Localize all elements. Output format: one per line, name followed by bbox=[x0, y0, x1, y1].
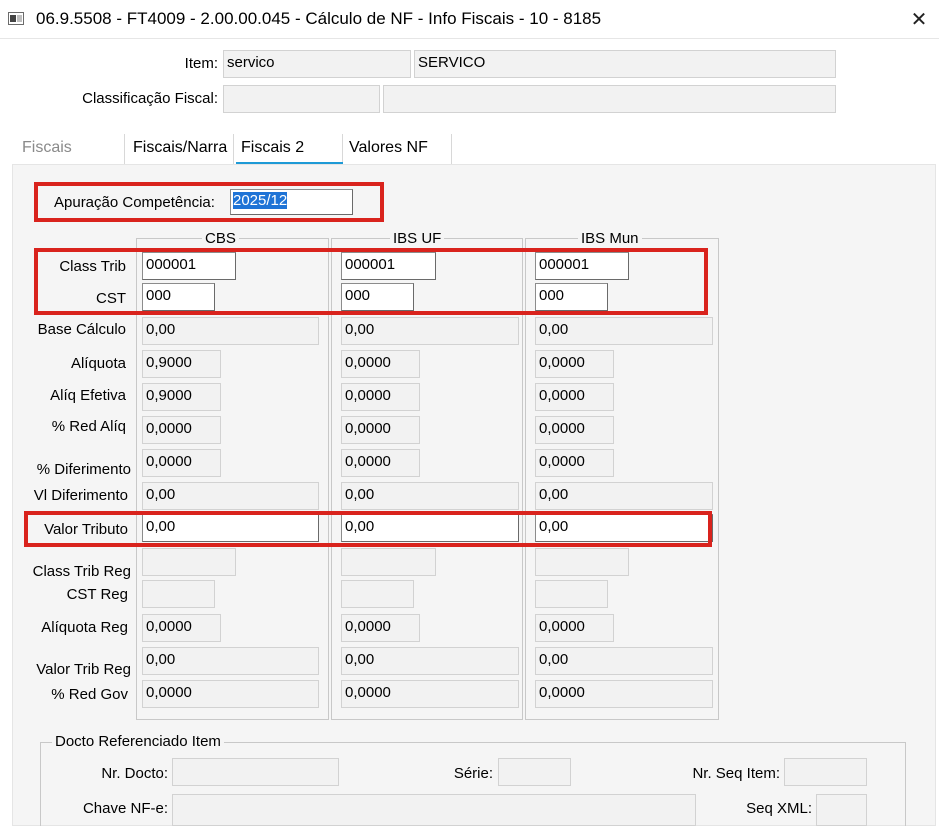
cbs-cst-reg-field[interactable] bbox=[142, 580, 215, 608]
item-code-field[interactable]: servico bbox=[223, 50, 411, 78]
diferimento-label: % Diferimento bbox=[36, 461, 131, 478]
window-title: 06.9.5508 - FT4009 - 2.00.00.045 - Cálcu… bbox=[36, 9, 602, 28]
ibs-mun-valor-tributo-input[interactable]: 0,00 bbox=[535, 514, 713, 542]
ibs-mun-diferimento-field[interactable]: 0,0000 bbox=[535, 449, 614, 477]
tab-fiscais-2[interactable]: Fiscais 2 bbox=[241, 139, 304, 163]
cbs-vl-diferimento-field[interactable]: 0,00 bbox=[142, 482, 319, 510]
app-window-icon bbox=[8, 12, 24, 25]
cbs-cst-input[interactable]: 000 bbox=[142, 283, 215, 311]
apuracao-competencia-label: Apuração Competência: bbox=[54, 194, 215, 211]
aliq-efetiva-label: Alíq Efetiva bbox=[50, 387, 126, 404]
chave-nfe-field[interactable] bbox=[172, 794, 696, 826]
nr-seq-item-label: Nr. Seq Item: bbox=[692, 765, 780, 782]
ibs-uf-cst-reg-field[interactable] bbox=[341, 580, 414, 608]
cbs-aliquota-reg-field[interactable]: 0,0000 bbox=[142, 614, 221, 642]
nr-seq-item-field[interactable] bbox=[784, 758, 867, 786]
cbs-base-calculo-field[interactable]: 0,00 bbox=[142, 317, 319, 345]
tab-fiscais-narra[interactable]: Fiscais/Narra bbox=[133, 139, 227, 163]
cbs-aliq-efetiva-field[interactable]: 0,9000 bbox=[142, 383, 221, 411]
tab-separator bbox=[124, 134, 125, 164]
ibs-mun-base-calculo-field[interactable]: 0,00 bbox=[535, 317, 713, 345]
cbs-class-trib-input[interactable]: 000001 bbox=[142, 252, 236, 280]
tab-separator bbox=[233, 134, 234, 164]
ibs-uf-vl-diferimento-field[interactable]: 0,00 bbox=[341, 482, 519, 510]
cbs-class-trib-reg-field[interactable] bbox=[142, 548, 236, 576]
seq-xml-label: Seq XML: bbox=[746, 800, 812, 817]
close-icon: ✕ bbox=[910, 8, 928, 31]
red-aliq-label: % Red Alíq bbox=[51, 418, 126, 435]
chave-nfe-label: Chave NF-e: bbox=[82, 800, 168, 817]
ibs-mun-column-title: IBS Mun bbox=[578, 230, 642, 247]
ibs-mun-cst-reg-field[interactable] bbox=[535, 580, 608, 608]
ibs-uf-aliquota-field[interactable]: 0,0000 bbox=[341, 350, 420, 378]
class-trib-reg-label: Class Trib Reg bbox=[32, 563, 131, 580]
classificacao-fiscal-label: Classificação Fiscal: bbox=[82, 90, 218, 107]
apuracao-competencia-value: 2025/12 bbox=[233, 192, 288, 209]
ibs-uf-valor-trib-reg-field[interactable]: 0,00 bbox=[341, 647, 519, 675]
cbs-valor-tributo-input[interactable]: 0,00 bbox=[142, 514, 319, 542]
ibs-uf-aliq-efetiva-field[interactable]: 0,0000 bbox=[341, 383, 420, 411]
ibs-uf-class-trib-reg-field[interactable] bbox=[341, 548, 436, 576]
cbs-valor-trib-reg-field[interactable]: 0,00 bbox=[142, 647, 319, 675]
aliquota-reg-label: Alíquota Reg bbox=[41, 619, 128, 636]
ibs-mun-class-trib-reg-field[interactable] bbox=[535, 548, 629, 576]
valor-tributo-label: Valor Tributo bbox=[44, 521, 128, 538]
cst-label: CST bbox=[96, 290, 126, 307]
ibs-uf-aliquota-reg-field[interactable]: 0,0000 bbox=[341, 614, 420, 642]
serie-field[interactable] bbox=[498, 758, 571, 786]
tab-valores-nf[interactable]: Valores NF bbox=[349, 139, 428, 163]
tab-separator bbox=[451, 134, 452, 164]
ibs-uf-red-aliq-field[interactable]: 0,0000 bbox=[341, 416, 420, 444]
item-description-field[interactable]: SERVICO bbox=[414, 50, 836, 78]
serie-label: Série: bbox=[453, 765, 493, 782]
apuracao-competencia-input[interactable]: 2025/12 bbox=[230, 189, 353, 215]
cbs-diferimento-field[interactable]: 0,0000 bbox=[142, 449, 221, 477]
ibs-mun-red-gov-field[interactable]: 0,0000 bbox=[535, 680, 713, 708]
ibs-mun-aliquota-field[interactable]: 0,0000 bbox=[535, 350, 614, 378]
base-calculo-label: Base Cálculo bbox=[37, 321, 126, 338]
ibs-mun-aliq-efetiva-field[interactable]: 0,0000 bbox=[535, 383, 614, 411]
tab-fiscais[interactable]: Fiscais bbox=[22, 139, 72, 163]
ibs-uf-red-gov-field[interactable]: 0,0000 bbox=[341, 680, 519, 708]
docto-referenciado-title: Docto Referenciado Item bbox=[52, 733, 224, 750]
nr-docto-field[interactable] bbox=[172, 758, 339, 786]
ibs-uf-column-title: IBS UF bbox=[390, 230, 445, 247]
class-trib-label: Class Trib bbox=[59, 258, 126, 275]
classificacao-fiscal-description-field[interactable] bbox=[383, 85, 836, 113]
ibs-mun-cst-input[interactable]: 000 bbox=[535, 283, 608, 311]
close-button[interactable]: ✕ bbox=[899, 0, 939, 38]
classificacao-fiscal-code-field[interactable] bbox=[223, 85, 380, 113]
ibs-uf-valor-tributo-input[interactable]: 0,00 bbox=[341, 514, 519, 542]
cst-reg-label: CST Reg bbox=[66, 586, 128, 603]
title-bar: 06.9.5508 - FT4009 - 2.00.00.045 - Cálcu… bbox=[0, 0, 939, 39]
seq-xml-field[interactable] bbox=[816, 794, 867, 826]
cbs-red-gov-field[interactable]: 0,0000 bbox=[142, 680, 319, 708]
ibs-uf-base-calculo-field[interactable]: 0,00 bbox=[341, 317, 519, 345]
cbs-column-title: CBS bbox=[202, 230, 239, 247]
cbs-aliquota-field[interactable]: 0,9000 bbox=[142, 350, 221, 378]
ibs-mun-vl-diferimento-field[interactable]: 0,00 bbox=[535, 482, 713, 510]
nr-docto-label: Nr. Docto: bbox=[101, 765, 168, 782]
ibs-mun-red-aliq-field[interactable]: 0,0000 bbox=[535, 416, 614, 444]
ibs-mun-valor-trib-reg-field[interactable]: 0,00 bbox=[535, 647, 713, 675]
vl-diferimento-label: Vl Diferimento bbox=[33, 487, 128, 504]
tab-separator bbox=[342, 134, 343, 164]
red-gov-label: % Red Gov bbox=[51, 686, 128, 703]
ibs-mun-class-trib-input[interactable]: 000001 bbox=[535, 252, 629, 280]
valor-trib-reg-label: Valor Trib Reg bbox=[36, 661, 131, 678]
ibs-uf-cst-input[interactable]: 000 bbox=[341, 283, 414, 311]
cbs-red-aliq-field[interactable]: 0,0000 bbox=[142, 416, 221, 444]
ibs-uf-class-trib-input[interactable]: 000001 bbox=[341, 252, 436, 280]
ibs-uf-diferimento-field[interactable]: 0,0000 bbox=[341, 449, 420, 477]
aliquota-label: Alíquota bbox=[70, 355, 126, 372]
item-label: Item: bbox=[184, 55, 218, 72]
ibs-mun-aliquota-reg-field[interactable]: 0,0000 bbox=[535, 614, 614, 642]
